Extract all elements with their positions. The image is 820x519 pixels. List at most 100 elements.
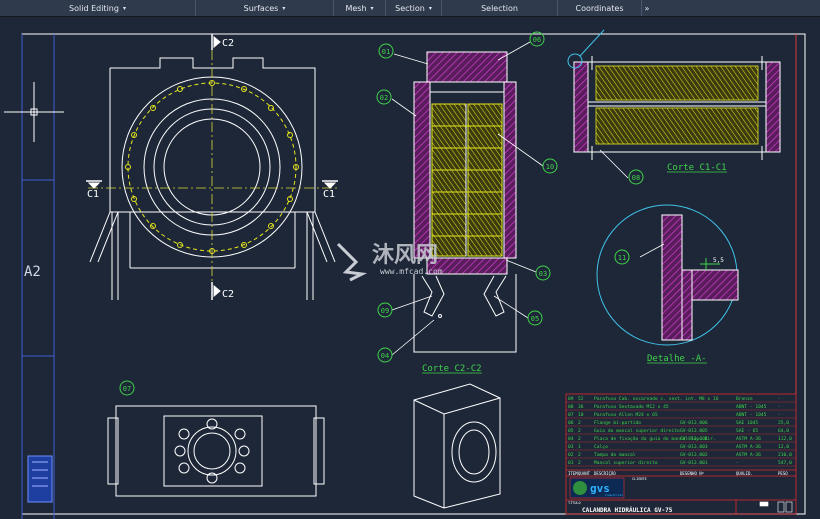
bom-cell: GV-013.006	[680, 420, 708, 426]
watermark-url: www.mfcad.com	[380, 267, 443, 276]
client-label: CLIENTE	[632, 477, 647, 481]
ribbon-tab-label: Solid Editing	[69, 3, 119, 13]
balloon-label: 05	[531, 315, 539, 323]
title-label: TÍTULO	[568, 500, 581, 505]
bom-cell: 2	[578, 428, 581, 434]
bom-cell: 09	[568, 396, 574, 402]
ribbon-tab-label: Surfaces	[243, 3, 279, 13]
ribbon-tab-label: Section	[395, 3, 425, 13]
bom-cell: 02	[568, 452, 574, 458]
bom-header-cell: DESENHO Nº	[680, 471, 704, 476]
bom-cell: ASTM A-36	[736, 444, 761, 450]
bom-cell: Bronze	[736, 396, 753, 402]
dropdown-arrow-icon: ▾	[370, 4, 374, 12]
bom-cell: ASTM A-36	[736, 452, 761, 458]
bottom-view[interactable]	[107, 405, 325, 497]
bom-cell: ABNT - 1045	[736, 412, 767, 418]
ribbon-tab-label: Mesh	[345, 3, 367, 13]
ribbon-tab-solid-editing[interactable]: Solid Editing ▾	[0, 0, 196, 16]
bom-cell: Mancal superior direito	[594, 460, 658, 466]
drawing-title: CALANDRA HIDRÁULICA GV-75	[582, 507, 673, 514]
bom-cell: -	[778, 397, 781, 402]
bom-cell: 2	[578, 436, 581, 442]
bom-cell: 01	[568, 460, 574, 466]
balloon-label: 02	[380, 94, 388, 102]
balloon-label: 09	[381, 307, 389, 315]
overflow-chevron-icon: »	[644, 3, 650, 13]
front-view[interactable]	[89, 57, 336, 300]
ribbon-overflow-button[interactable]: »	[642, 0, 652, 16]
bom-cell: 2	[578, 452, 581, 458]
ribbon-tab-surfaces[interactable]: Surfaces ▾	[196, 0, 334, 16]
ribbon-tab-coordinates[interactable]: Coordinates	[558, 0, 642, 16]
section-c1-rollers	[595, 65, 759, 145]
crosshair-cursor	[4, 82, 64, 142]
bom-header-cell: PESO	[778, 471, 788, 476]
dropdown-arrow-icon: ▾	[282, 4, 286, 12]
ribbon-tab-selection[interactable]: Selection	[442, 0, 558, 16]
ucs-icon	[27, 455, 53, 503]
bom-cell: 03	[568, 444, 574, 450]
detail-a-view[interactable]	[596, 204, 739, 346]
bom-cell: Guia do mancal superior direito	[594, 428, 680, 434]
bom-cell: 112,0	[778, 436, 792, 442]
bom-cell: Flange bi-partido	[594, 420, 641, 426]
bom-cell: 07	[568, 412, 574, 418]
bom-cell: GV-013.005	[680, 428, 708, 434]
bom-cell: 36	[578, 404, 584, 410]
bom-cell: -	[736, 461, 739, 466]
bom-cell: Parafuso Cab. escareado c. sext. int. M8…	[594, 396, 719, 402]
bom-cell: 25,0	[778, 420, 789, 426]
view-title-detalhe: Detalhe -A-	[647, 354, 707, 364]
dropdown-arrow-icon: ▾	[428, 4, 432, 12]
balloon-label: 07	[123, 385, 131, 393]
section-c2-rollers	[431, 103, 503, 257]
bom-cell: SAE - 65	[736, 428, 758, 434]
detail-dimension-label: 5,5	[713, 257, 724, 264]
bom-cell: 52	[578, 396, 584, 402]
balloon-label: 10	[546, 163, 554, 171]
bom-header-cell: DESCRIÇÃO	[594, 471, 616, 476]
section-label-c2-top: C2	[222, 38, 234, 49]
ribbon-tab-label: Coordinates	[575, 3, 624, 13]
section-label-c1-right: C1	[323, 189, 335, 200]
section-mark-c2-bottom	[211, 282, 221, 300]
bom-cell: -	[778, 413, 781, 418]
bom-cell: Tampa do mancal	[594, 452, 636, 458]
bom-cell: 05	[568, 428, 574, 434]
bom-cell: Parafuso Allen M24 x 65	[594, 412, 658, 418]
bom-cell: 1	[578, 444, 581, 450]
bom-cell: 10	[578, 412, 584, 418]
bom-cell: 12,0	[778, 444, 789, 450]
dropdown-arrow-icon: ▾	[122, 4, 126, 12]
front-view-centerlines	[88, 50, 338, 298]
bom-cell: 210,0	[778, 452, 792, 458]
model-space-canvas[interactable]: A2 C2 C2 C1 C1 5,5 沐风网 www.mfcad.com 01 …	[0, 17, 820, 519]
bom-header-cell: QUANT	[578, 471, 591, 476]
bom-cell: GV-013.001	[680, 460, 708, 466]
bom-cell: GV-013.002	[680, 452, 708, 458]
balloon-label: 01	[382, 48, 390, 56]
bom-table: 09 52 Parafuso Cab. escareado c. sext. int…	[566, 396, 796, 467]
ribbon-tab-mesh[interactable]: Mesh ▾	[334, 0, 386, 16]
watermark-logo	[336, 242, 368, 282]
section-mark-c1-left	[86, 180, 102, 189]
section-c2-guides	[421, 275, 507, 318]
bom-cell: Parafuso Sextavado M12 x 45	[594, 404, 669, 410]
bom-cell: GV-013.004	[680, 436, 708, 442]
ribbon-tab-bar: Solid Editing ▾ Surfaces ▾ Mesh ▾ Section ▾ …	[0, 0, 820, 17]
bom-cell: Calço	[594, 444, 608, 450]
bom-cell: 64,0	[778, 428, 789, 434]
bom-header-cell: ITEM	[568, 471, 578, 476]
section-mark-c2-top	[211, 34, 221, 50]
bom-cell: GV-013.003	[680, 444, 708, 450]
bom-cell: 547,0	[778, 460, 792, 466]
section-label-c2-bottom: C2	[222, 289, 234, 300]
company-logo-subtext: industrial	[605, 493, 623, 497]
bom-cell: 04	[568, 436, 574, 442]
isometric-view[interactable]	[413, 383, 501, 509]
watermark-text: 沐风网	[372, 243, 438, 268]
ribbon-tab-section[interactable]: Section ▾	[386, 0, 442, 16]
balloon-label: 03	[539, 270, 547, 278]
revision-boxes	[759, 501, 793, 513]
